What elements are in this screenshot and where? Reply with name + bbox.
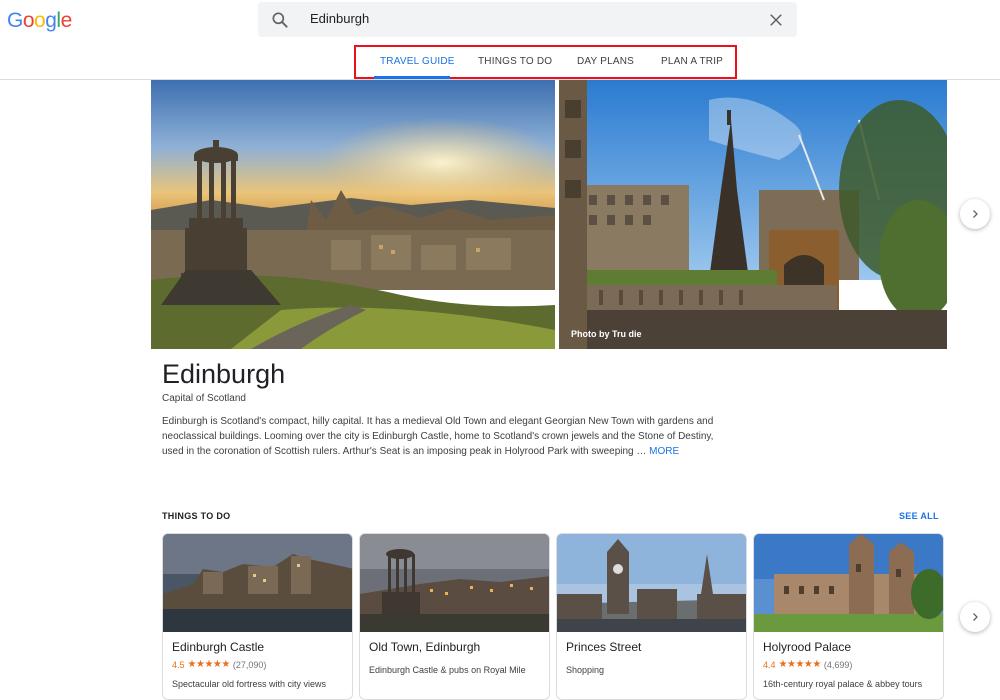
- travel-tabs: TRAVEL GUIDE THINGS TO DO DAY PLANS PLAN…: [354, 45, 737, 79]
- card-title: Princes Street: [566, 640, 642, 654]
- card-image: [163, 534, 352, 632]
- search-input[interactable]: Edinburgh: [310, 11, 369, 26]
- card-description: Spectacular old fortress with city views: [172, 679, 327, 689]
- photo-credit[interactable]: Photo by Tru die: [571, 329, 642, 339]
- tab-travel-guide[interactable]: TRAVEL GUIDE: [380, 56, 455, 67]
- chevron-right-icon: [973, 613, 978, 621]
- card-edinburgh-castle[interactable]: Edinburgh Castle 4.5 ★★★★★ (27,090) Spec…: [162, 533, 353, 700]
- section-title-things-to-do: THINGS TO DO: [162, 511, 231, 521]
- star-rating-icon: ★★★★★: [778, 659, 822, 670]
- tab-day-plans[interactable]: DAY PLANS: [577, 56, 634, 67]
- page-title: Edinburgh: [162, 359, 286, 389]
- hero-next-button[interactable]: [960, 199, 990, 229]
- more-link[interactable]: MORE: [649, 446, 679, 457]
- card-title: Holyrood Palace: [763, 640, 852, 654]
- tab-things-to-do[interactable]: THINGS TO DO: [478, 56, 552, 67]
- chevron-right-icon: [973, 210, 978, 218]
- review-count: (4,699): [823, 659, 853, 670]
- description-text: Edinburgh is Scotland's compact, hilly c…: [162, 416, 714, 457]
- search-bar[interactable]: Edinburgh: [258, 2, 797, 37]
- card-princes-street[interactable]: Princes Street Shopping: [556, 533, 747, 700]
- tab-plan-a-trip[interactable]: PLAN A TRIP: [661, 56, 723, 67]
- hero-image-scott-monument[interactable]: Photo by Tru die: [559, 80, 947, 349]
- rating-value: 4.4: [763, 659, 776, 670]
- card-description: Edinburgh Castle & pubs on Royal Mile: [369, 665, 526, 675]
- card-title: Edinburgh Castle: [172, 640, 265, 654]
- card-image: [360, 534, 549, 632]
- city-subtitle: Capital of Scotland: [162, 393, 246, 404]
- card-rating: 4.5 ★★★★★ (27,090): [172, 659, 266, 670]
- review-count: (27,090): [232, 659, 267, 670]
- card-title: Old Town, Edinburgh: [369, 640, 481, 654]
- card-image: [557, 534, 746, 632]
- card-old-town[interactable]: Old Town, Edinburgh Edinburgh Castle & p…: [359, 533, 550, 700]
- close-icon[interactable]: [767, 11, 785, 29]
- card-description: Shopping: [566, 665, 605, 675]
- card-holyrood-palace[interactable]: Holyrood Palace 4.4 ★★★★★ (4,699) 16th-c…: [753, 533, 944, 700]
- star-rating-icon: ★★★★★: [187, 659, 231, 670]
- card-description: 16th-century royal palace & abbey tours: [763, 679, 923, 689]
- card-image: [754, 534, 943, 632]
- search-icon[interactable]: [270, 10, 290, 30]
- city-description: Edinburgh is Scotland's compact, hilly c…: [162, 414, 727, 459]
- see-all-link[interactable]: SEE ALL: [899, 511, 939, 521]
- card-rating: 4.4 ★★★★★ (4,699): [763, 659, 852, 670]
- top-header: Google Edinburgh TRAVEL GUIDE THINGS TO …: [0, 0, 1000, 80]
- rating-value: 4.5: [172, 659, 185, 670]
- google-logo[interactable]: Google: [7, 9, 72, 33]
- active-tab-indicator: [374, 76, 450, 79]
- hero-image-calton-hill[interactable]: [151, 80, 555, 349]
- cards-next-button[interactable]: [960, 602, 990, 632]
